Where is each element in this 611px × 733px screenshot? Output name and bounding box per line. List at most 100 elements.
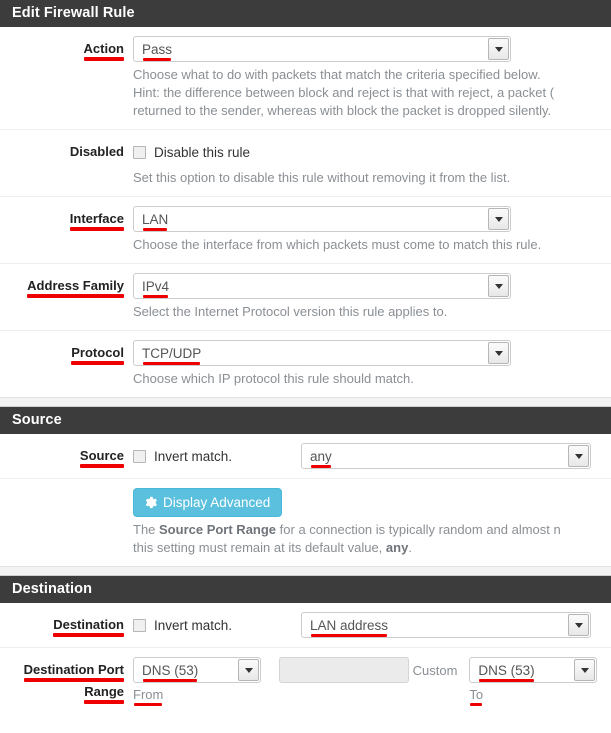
chevron-down-icon[interactable] [488, 38, 509, 60]
chevron-down-icon[interactable] [488, 342, 509, 364]
destination-port-range-label-line2: Range [84, 684, 124, 704]
destination-label-cell: Destination [0, 612, 133, 637]
source-field-cell: Invert match. any [133, 443, 611, 469]
address-family-select[interactable]: IPv4 [133, 273, 511, 299]
destination-port-custom-cell: Custom [279, 657, 457, 683]
source-port-range-help-line-2: this setting must remain at its default … [133, 539, 611, 557]
source-label: Source [79, 448, 125, 468]
interface-help: Choose the interface from which packets … [133, 237, 542, 252]
protocol-label-cell: Protocol [0, 340, 133, 365]
interface-label-cell: Interface [0, 206, 133, 231]
display-advanced-button-label: Display Advanced [163, 495, 271, 510]
source-port-range-help-line-1: The Source Port Range for a connection i… [133, 521, 611, 539]
source-section-title: Source [0, 407, 611, 434]
form-row-destination: Destination Invert match. LAN address [0, 603, 611, 648]
form-row-interface: Interface LAN Choose the interface from … [0, 197, 611, 264]
destination-port-custom-sublabel: Custom [412, 662, 458, 678]
destination-field-cell: Invert match. LAN address [133, 612, 611, 638]
destination-label: Destination [53, 617, 124, 637]
protocol-field-cell: TCP/UDP Choose which IP protocol this ru… [133, 340, 611, 388]
destination-port-from-value: DNS (53) [142, 663, 199, 682]
destination-port-to-select[interactable]: DNS (53) [469, 657, 598, 683]
disabled-label-cell: Disabled [0, 139, 133, 160]
address-family-label: Address Family [27, 278, 124, 298]
protocol-select[interactable]: TCP/UDP [133, 340, 511, 366]
disable-rule-checkbox[interactable] [133, 145, 146, 159]
disable-rule-checkbox-label: Disable this rule [154, 144, 251, 160]
panel-divider [0, 397, 611, 407]
advanced-label-cell [0, 488, 133, 509]
chevron-down-icon[interactable] [568, 614, 589, 636]
source-port-range-help: The Source Port Range for a connection i… [133, 521, 611, 557]
action-help-line-1: Choose what to do with packets that matc… [133, 67, 541, 82]
form-row-advanced: Display Advanced The Source Port Range f… [0, 479, 611, 566]
form-row-address-family: Address Family IPv4 Select the Internet … [0, 264, 611, 331]
destination-port-to-cell: DNS (53) To [469, 657, 598, 706]
disable-rule-checkbox-row[interactable]: Disable this rule [133, 139, 611, 165]
protocol-help: Choose which IP protocol this rule shoul… [133, 371, 414, 386]
protocol-select-value: TCP/UDP [142, 346, 202, 365]
source-label-cell: Source [0, 443, 133, 468]
form-row-protocol: Protocol TCP/UDP Choose which IP protoco… [0, 331, 611, 397]
interface-select-value: LAN [142, 212, 169, 231]
destination-port-from-sublabel: From [133, 687, 164, 706]
destination-select-value: LAN address [310, 618, 389, 637]
disabled-field-cell: Disable this rule Set this option to dis… [133, 139, 611, 187]
destination-port-to-sublabel: To [469, 687, 484, 706]
source-invert-checkbox-row[interactable]: Invert match. [133, 443, 301, 469]
disabled-label: Disabled [69, 144, 124, 159]
source-invert-cell: Invert match. [133, 443, 301, 469]
source-panel-body: Source Invert match. any Display Advance… [0, 434, 611, 566]
help2-text-a: this setting must remain at its default … [133, 540, 386, 555]
destination-port-to-value: DNS (53) [478, 663, 535, 682]
help-text-bold: Source Port Range [159, 522, 277, 537]
form-row-action: Action Pass Choose what to do with packe… [0, 27, 611, 130]
source-select[interactable]: any [301, 443, 591, 469]
destination-port-range-controls: DNS (53) From Custom DNS (53) To [133, 657, 611, 706]
source-invert-checkbox[interactable] [133, 449, 146, 463]
interface-label: Interface [69, 211, 125, 231]
destination-panel-body: Destination Invert match. LAN address De… [0, 603, 611, 712]
chevron-down-icon[interactable] [568, 445, 589, 467]
destination-invert-checkbox[interactable] [133, 618, 146, 632]
source-controls-row: Invert match. any [133, 443, 611, 469]
destination-port-range-label-cell: Destination Port Range [0, 657, 133, 704]
action-help-line-2: Hint: the difference between block and r… [133, 85, 555, 100]
form-row-source: Source Invert match. any [0, 434, 611, 479]
panel-divider-2 [0, 566, 611, 576]
main-panel-body: Action Pass Choose what to do with packe… [0, 27, 611, 397]
disabled-help: Set this option to disable this rule wit… [133, 170, 511, 185]
source-invert-label: Invert match. [154, 448, 233, 464]
destination-port-from-cell: DNS (53) From [133, 657, 261, 706]
destination-port-range-field-cell: DNS (53) From Custom DNS (53) To [133, 657, 611, 706]
chevron-down-icon[interactable] [488, 208, 509, 230]
action-field-cell: Pass Choose what to do with packets that… [133, 36, 611, 120]
destination-port-custom-input[interactable] [279, 657, 409, 683]
destination-invert-checkbox-row[interactable]: Invert match. [133, 612, 301, 638]
form-row-disabled: Disabled Disable this rule Set this opti… [0, 130, 611, 197]
action-select[interactable]: Pass [133, 36, 511, 62]
help-text-a: The [133, 522, 160, 537]
chevron-down-icon[interactable] [238, 659, 259, 681]
address-family-field-cell: IPv4 Select the Internet Protocol versio… [133, 273, 611, 321]
action-label-cell: Action [0, 36, 133, 61]
destination-invert-label: Invert match. [154, 617, 233, 633]
help2-text-bold: any [385, 540, 409, 555]
display-advanced-button[interactable]: Display Advanced [133, 488, 283, 517]
address-family-label-cell: Address Family [0, 273, 133, 298]
chevron-down-icon[interactable] [574, 659, 596, 681]
interface-field-cell: LAN Choose the interface from which pack… [133, 206, 611, 254]
destination-port-range-label-line1: Destination Port [23, 662, 125, 682]
address-family-help: Select the Internet Protocol version thi… [133, 304, 448, 319]
chevron-down-icon[interactable] [488, 275, 509, 297]
source-select-value: any [310, 449, 332, 468]
interface-select[interactable]: LAN [133, 206, 511, 232]
action-select-value: Pass [142, 42, 173, 61]
action-help-line-3: returned to the sender, whereas with blo… [133, 103, 552, 118]
gear-icon [145, 496, 157, 509]
destination-invert-cell: Invert match. [133, 612, 301, 638]
form-row-destination-port-range: Destination Port Range DNS (53) From Cus… [0, 648, 611, 712]
destination-port-from-select[interactable]: DNS (53) [133, 657, 261, 683]
destination-select[interactable]: LAN address [301, 612, 591, 638]
action-label: Action [83, 41, 125, 61]
